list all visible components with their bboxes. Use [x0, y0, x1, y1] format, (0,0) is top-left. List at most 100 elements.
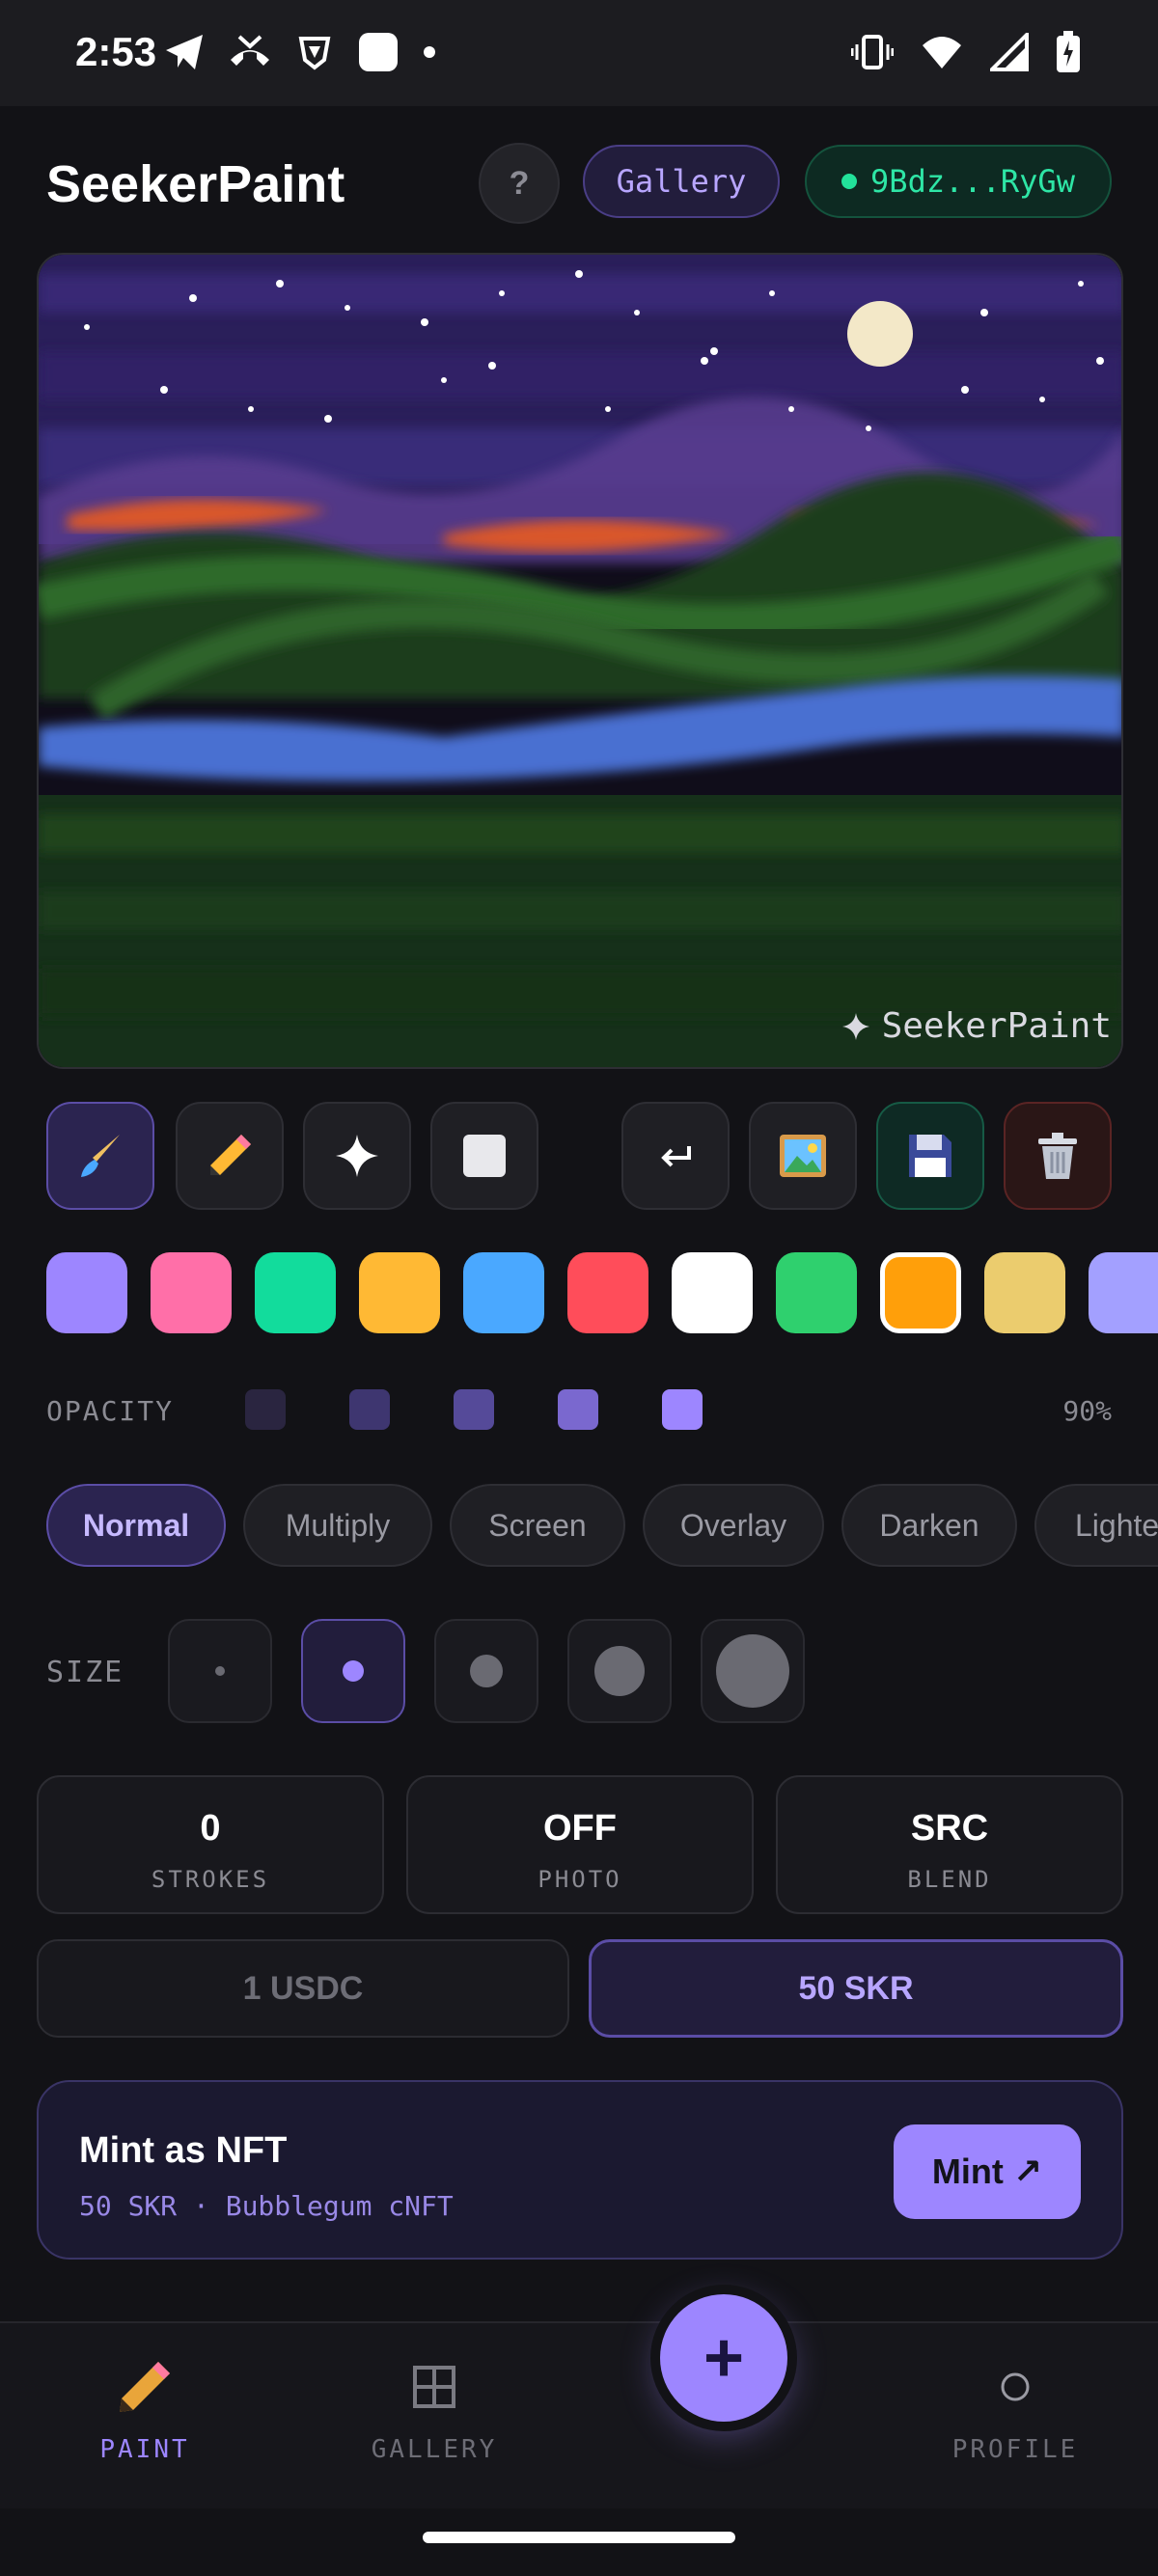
- wallet-address: 9Bdz...RyGw: [870, 163, 1075, 200]
- mint-card: Mint as NFT 50 SKR · Bubblegum cNFT Mint…: [37, 2080, 1123, 2260]
- pay-usdc-button[interactable]: 1 USDC: [37, 1939, 569, 2038]
- color-swatch[interactable]: [46, 1252, 127, 1333]
- blend-label: BLEND: [907, 1866, 992, 1893]
- nav-paint[interactable]: PAINT: [39, 2352, 251, 2464]
- mint-button[interactable]: Mint ↗: [894, 2124, 1081, 2219]
- brave-icon: [298, 37, 331, 70]
- telegram-icon: [166, 35, 203, 69]
- nav-gallery[interactable]: GALLERY: [328, 2352, 540, 2464]
- pencil-icon: [210, 1135, 251, 1175]
- opacity-option-2[interactable]: [349, 1389, 390, 1430]
- opacity-option-1[interactable]: [245, 1389, 286, 1430]
- status-time: 2:53: [75, 29, 157, 74]
- wallet-connected-dot: [841, 174, 858, 189]
- blend-screen[interactable]: Screen: [450, 1484, 625, 1567]
- battery-icon: [1057, 31, 1080, 72]
- wallet-button[interactable]: 9Bdz...RyGw: [805, 145, 1112, 218]
- blend-lighten[interactable]: Lighten: [1034, 1484, 1158, 1567]
- opacity-option-4[interactable]: [558, 1389, 598, 1430]
- size-option-5[interactable]: [701, 1619, 805, 1723]
- pencil-icon: [39, 2352, 251, 2422]
- mint-title: Mint as NFT: [79, 2130, 288, 2171]
- size-option-1[interactable]: [168, 1619, 272, 1723]
- blend-value: SRC: [910, 1808, 989, 1849]
- color-swatch[interactable]: [672, 1252, 753, 1333]
- eraser-icon: [463, 1135, 506, 1177]
- blend-normal[interactable]: Normal: [46, 1484, 226, 1567]
- color-swatch[interactable]: [984, 1252, 1065, 1333]
- import-image-button[interactable]: [749, 1102, 857, 1210]
- color-swatch[interactable]: [463, 1252, 544, 1333]
- dot-icon: [424, 46, 435, 58]
- sparkle-tool-button[interactable]: [303, 1102, 411, 1210]
- trash-icon: [1038, 1133, 1077, 1179]
- app-square-icon: [359, 33, 398, 71]
- size-dot: [470, 1655, 503, 1687]
- vibrate-icon: [851, 35, 894, 69]
- brush-icon: [81, 1135, 120, 1177]
- watermark-text: SeekerPaint: [881, 1006, 1112, 1046]
- signal-icon: [990, 33, 1029, 71]
- save-icon: [909, 1135, 951, 1177]
- undo-icon: [661, 1146, 691, 1167]
- undo-button[interactable]: [621, 1102, 730, 1210]
- blend-multiply[interactable]: Multiply: [243, 1484, 432, 1567]
- nav-profile-label: PROFILE: [951, 2435, 1079, 2464]
- color-swatch[interactable]: [567, 1252, 648, 1333]
- strokes-label: STROKES: [151, 1866, 270, 1893]
- gallery-button[interactable]: Gallery: [583, 145, 780, 218]
- canvas-watermark: SeekerPaint: [841, 1006, 1112, 1046]
- size-dot: [343, 1660, 364, 1682]
- color-swatch[interactable]: [776, 1252, 857, 1333]
- opacity-label: OPACITY: [46, 1395, 175, 1427]
- color-swatch[interactable]: [255, 1252, 336, 1333]
- opacity-option-5[interactable]: [662, 1389, 703, 1430]
- artwork: [39, 255, 1121, 1067]
- new-painting-fab[interactable]: +: [660, 2294, 787, 2422]
- nav-profile[interactable]: PROFILE: [909, 2352, 1121, 2464]
- sparkle-icon: [841, 1012, 869, 1040]
- image-icon: [780, 1135, 826, 1177]
- photo-label: PHOTO: [538, 1866, 622, 1893]
- color-swatch[interactable]: [880, 1252, 961, 1333]
- home-indicator[interactable]: [423, 2532, 735, 2543]
- mint-subtitle: 50 SKR · Bubblegum cNFT: [79, 2190, 454, 2222]
- pay-skr-button[interactable]: 50 SKR: [589, 1939, 1123, 2038]
- help-button[interactable]: ?: [479, 143, 560, 224]
- size-label: SIZE: [46, 1656, 124, 1689]
- size-dot: [215, 1666, 225, 1676]
- size-dot: [594, 1646, 645, 1696]
- status-bar: 2:53: [0, 0, 1158, 106]
- photo-stat: OFF PHOTO: [406, 1775, 754, 1914]
- nav-gallery-label: GALLERY: [371, 2435, 498, 2464]
- opacity-option-3[interactable]: [454, 1389, 494, 1430]
- color-swatch[interactable]: [151, 1252, 232, 1333]
- strokes-value: 0: [200, 1808, 221, 1849]
- color-swatch[interactable]: [1089, 1252, 1158, 1333]
- size-option-4[interactable]: [567, 1619, 672, 1723]
- blend-overlay[interactable]: Overlay: [643, 1484, 824, 1567]
- size-option-2[interactable]: [301, 1619, 405, 1723]
- strokes-stat: 0 STROKES: [37, 1775, 384, 1914]
- system-icons: [851, 31, 1081, 73]
- size-dot: [716, 1634, 789, 1708]
- circle-icon: [909, 2352, 1121, 2422]
- eraser-tool-button[interactable]: [430, 1102, 538, 1210]
- pencil-tool-button[interactable]: [176, 1102, 284, 1210]
- brush-tool-button[interactable]: [46, 1102, 154, 1210]
- sparkle-icon: [336, 1135, 378, 1177]
- missed-call-icon: [231, 35, 269, 66]
- save-button[interactable]: [876, 1102, 984, 1210]
- bottom-nav: PAINT GALLERY PROFILE: [0, 2321, 1158, 2508]
- grid-icon: [328, 2352, 540, 2422]
- blend-stat: SRC BLEND: [776, 1775, 1123, 1914]
- clear-canvas-button[interactable]: [1004, 1102, 1112, 1210]
- notification-icons: [164, 31, 436, 73]
- paint-canvas[interactable]: SeekerPaint: [37, 253, 1123, 1069]
- opacity-value: 90%: [1062, 1395, 1112, 1427]
- nav-paint-label: PAINT: [99, 2435, 190, 2464]
- blend-darken[interactable]: Darken: [841, 1484, 1017, 1567]
- photo-value: OFF: [543, 1808, 617, 1849]
- color-swatch[interactable]: [359, 1252, 440, 1333]
- size-option-3[interactable]: [434, 1619, 538, 1723]
